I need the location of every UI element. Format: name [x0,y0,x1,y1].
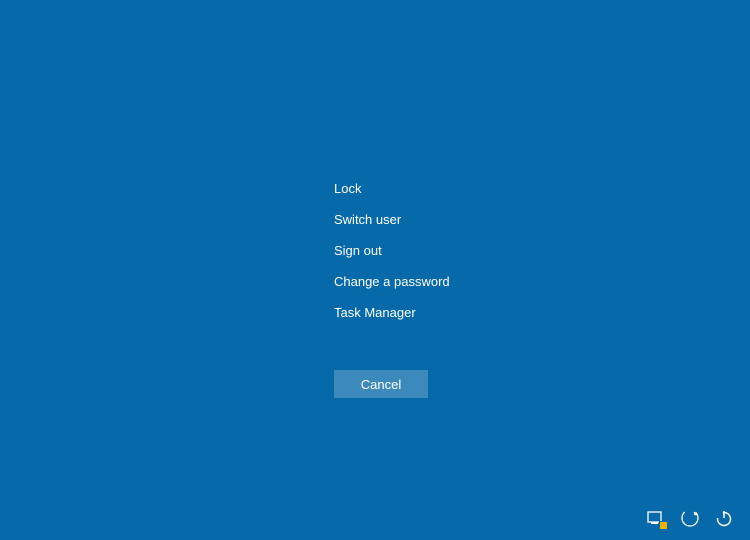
menu-item-switch-user[interactable]: Switch user [334,205,450,236]
security-options-menu: Lock Switch user Sign out Change a passw… [334,174,450,328]
network-icon[interactable] [646,508,666,528]
network-warning-badge [659,521,668,530]
cancel-button[interactable]: Cancel [334,370,428,398]
menu-item-change-password[interactable]: Change a password [334,267,450,298]
ease-of-access-icon[interactable] [680,508,700,528]
system-tray [646,508,734,528]
menu-item-lock[interactable]: Lock [334,174,450,205]
menu-item-task-manager[interactable]: Task Manager [334,298,450,329]
menu-item-sign-out[interactable]: Sign out [334,236,450,267]
power-icon[interactable] [714,508,734,528]
